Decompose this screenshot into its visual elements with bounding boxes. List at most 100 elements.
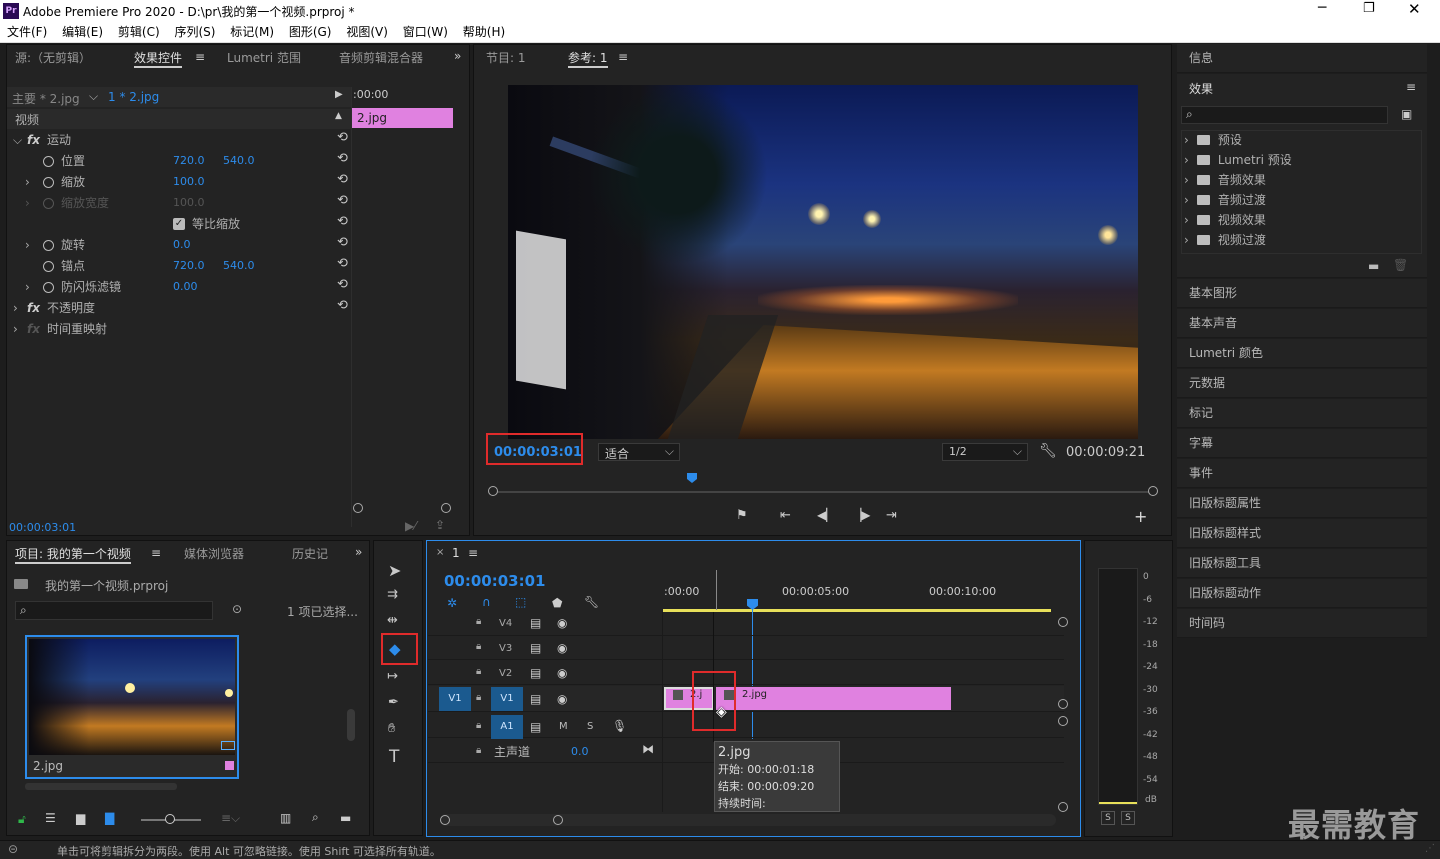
sync-icon[interactable]: ▤	[530, 641, 541, 655]
add-marker-icon[interactable]: ⚑	[736, 508, 748, 523]
reset-icon[interactable]: ⟲	[337, 214, 348, 229]
checkbox-checked[interactable]: ✓	[173, 218, 185, 230]
menu-sequence[interactable]: 序列(S)	[174, 22, 215, 42]
go-to-end-icon[interactable]: ⧓	[642, 742, 654, 756]
panel-essential-graphics[interactable]: 基本图形	[1177, 279, 1427, 308]
time-remap-row[interactable]: › fx 时间重映射	[7, 319, 351, 339]
reset-icon[interactable]: ⟲	[337, 130, 348, 145]
position-x-value[interactable]: 720.0	[173, 151, 205, 171]
new-preset-icon[interactable]: ▣	[1401, 107, 1412, 121]
scroll-handle[interactable]	[1058, 802, 1068, 812]
timeline-h-scrollbar[interactable]	[440, 814, 1056, 826]
resize-grip-icon[interactable]: ⋰	[1425, 843, 1435, 854]
uniform-scale-row[interactable]: ✓ 等比缩放	[7, 214, 351, 234]
step-forward-icon[interactable]: ▕▶	[852, 508, 870, 522]
sequence-clip-label[interactable]: 1 * 2.jpg	[108, 90, 159, 104]
panel-metadata[interactable]: 元数据	[1177, 369, 1427, 398]
panel-info[interactable]: 信息	[1177, 44, 1427, 73]
tab-source[interactable]: 源:（无剪辑）	[15, 50, 91, 66]
panel-markers[interactable]: 标记	[1177, 399, 1427, 428]
eye-icon[interactable]: ◉	[557, 616, 567, 630]
position-y-value[interactable]: 540.0	[223, 151, 255, 171]
export-icon[interactable]: ⇪	[435, 518, 445, 532]
panel-legacy-title-actions[interactable]: 旧版标题动作	[1177, 579, 1427, 608]
tab-lumetri-scopes[interactable]: Lumetri 范围	[227, 50, 301, 66]
wrench-icon[interactable]: 🔧︎	[584, 595, 599, 609]
source-patch-v1[interactable]: V1	[439, 687, 471, 711]
panel-legacy-title-styles[interactable]: 旧版标题样式	[1177, 519, 1427, 548]
menu-icon[interactable]: ≡	[1406, 80, 1416, 94]
menu-edit[interactable]: 编辑(E)	[62, 22, 103, 42]
menu-window[interactable]: 窗口(W)	[403, 22, 448, 42]
stopwatch-icon[interactable]	[43, 261, 54, 272]
reset-icon[interactable]: ⟲	[337, 151, 348, 166]
minimize-icon[interactable]: ─	[1318, 0, 1326, 16]
menu-icon[interactable]: ≡	[618, 50, 628, 64]
bin-search-icon[interactable]: ⊙	[232, 602, 242, 616]
new-bin-icon[interactable]: ▬	[1368, 259, 1379, 273]
resolution-dropdown[interactable]: 1/2 ⌵	[942, 443, 1028, 461]
fx-lumetri-presets[interactable]: › Lumetri 预设	[1184, 150, 1292, 170]
selection-tool-icon[interactable]: ➤	[388, 561, 401, 580]
scroll-handle[interactable]	[1058, 699, 1068, 709]
reset-icon[interactable]: ⟲	[337, 298, 348, 313]
timeline-timecode[interactable]: 00:00:03:01	[444, 572, 546, 590]
panel-essential-sound[interactable]: 基本声音	[1177, 309, 1427, 338]
fx-video-transitions[interactable]: › 视频过渡	[1184, 230, 1266, 250]
menu-icon[interactable]: ≡	[195, 50, 205, 64]
video-preview[interactable]	[508, 85, 1138, 439]
master-clip-label[interactable]: 主要 * 2.jpg	[12, 90, 80, 107]
reset-icon[interactable]: ⟲	[337, 193, 348, 208]
sort-icon[interactable]: ≡⌵	[221, 811, 240, 826]
lock-icon[interactable]: 🔓︎	[18, 812, 26, 827]
reset-icon[interactable]: ⟲	[337, 172, 348, 187]
lock-icon[interactable]: 🔒︎	[476, 692, 481, 703]
effect-controls-timecode[interactable]: 00:00:03:01	[9, 521, 76, 534]
hand-tool-icon[interactable]: ✋︎	[388, 721, 395, 736]
more-panels-icon[interactable]: »	[355, 545, 362, 559]
scroll-handle[interactable]	[488, 486, 498, 496]
tab-program[interactable]: 节目: 1	[486, 50, 526, 66]
tab-media-browser[interactable]: 媒体浏览器	[184, 546, 244, 562]
scroll-handle[interactable]	[440, 815, 450, 825]
scroll-handle[interactable]	[353, 503, 363, 513]
lock-icon[interactable]: 🔒︎	[476, 666, 481, 677]
nest-icon[interactable]: ✲	[447, 596, 457, 610]
solo-button[interactable]: S	[587, 721, 593, 732]
project-h-scrollbar[interactable]	[25, 783, 177, 790]
master-volume[interactable]: 0.0	[571, 745, 589, 758]
menu-help[interactable]: 帮助(H)	[463, 22, 505, 42]
slip-tool-icon[interactable]: ↦	[387, 669, 398, 684]
menu-view[interactable]: 视图(V)	[346, 22, 388, 42]
eye-icon[interactable]: ◉	[557, 641, 567, 655]
panel-legacy-title-tools[interactable]: 旧版标题工具	[1177, 549, 1427, 578]
opacity-row[interactable]: › fx 不透明度	[7, 298, 351, 318]
razor-tool-icon[interactable]: ◆	[389, 640, 401, 658]
label-color-chip[interactable]	[225, 761, 234, 770]
step-back-icon[interactable]: ◀▏	[817, 508, 835, 522]
find-icon[interactable]: ⌕	[312, 810, 319, 825]
sync-icon[interactable]: ▤	[530, 666, 541, 680]
fx-audio-effects[interactable]: › 音频效果	[1184, 170, 1266, 190]
stopwatch-icon[interactable]	[43, 240, 54, 251]
rotation-value[interactable]: 0.0	[173, 235, 191, 255]
scroll-handle[interactable]	[1058, 716, 1068, 726]
mute-button[interactable]: M	[559, 721, 568, 732]
fx-video-effects[interactable]: › 视频效果	[1184, 210, 1266, 230]
play-triangle-icon[interactable]: ▶	[335, 89, 343, 100]
playhead-marker[interactable]	[687, 473, 697, 483]
automate-icon[interactable]: ▥	[280, 811, 291, 825]
lock-icon[interactable]: 🔒︎	[476, 745, 481, 756]
add-marker-icon[interactable]: ⬟	[552, 596, 562, 610]
scroll-handle[interactable]	[553, 815, 563, 825]
project-scrollbar[interactable]	[347, 709, 355, 741]
chevron-down-icon[interactable]: ⌵	[89, 89, 98, 104]
wrench-icon[interactable]: 🔧︎	[1039, 443, 1057, 459]
lock-icon[interactable]: 🔒︎	[476, 616, 481, 627]
panel-legacy-title-properties[interactable]: 旧版标题属性	[1177, 489, 1427, 518]
scroll-handle[interactable]	[441, 503, 451, 513]
sync-icon[interactable]: ▤	[530, 720, 541, 734]
list-view-icon[interactable]: ☰	[45, 811, 56, 825]
zoom-slider-handle[interactable]	[165, 814, 175, 824]
add-button-icon[interactable]: +	[1134, 507, 1147, 526]
